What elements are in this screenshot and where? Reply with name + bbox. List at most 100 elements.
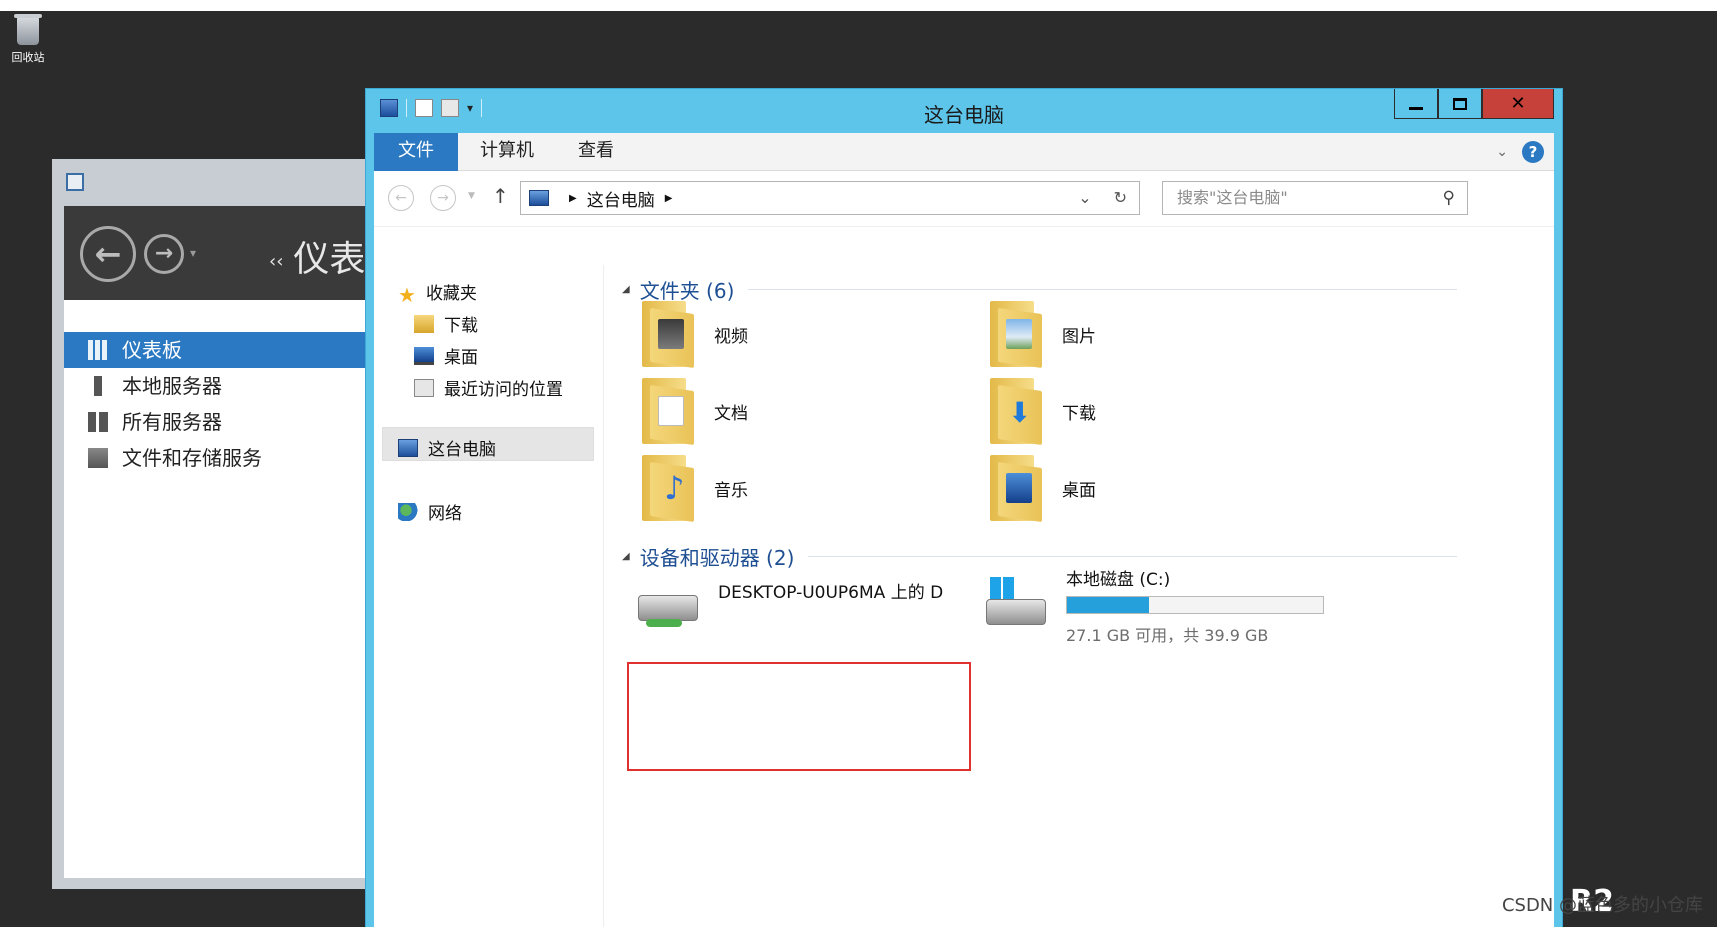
maximize-button[interactable]	[1438, 89, 1482, 119]
history-dropdown-icon[interactable]: ▾	[190, 246, 196, 260]
folder-music[interactable]: 音乐	[642, 455, 748, 523]
help-icon[interactable]: ?	[1522, 141, 1544, 163]
folder-label: 桌面	[1062, 480, 1096, 501]
recent-locations-icon[interactable]: ▼	[468, 191, 475, 201]
servers-icon	[88, 412, 108, 432]
disk-usage-fill	[1067, 597, 1149, 613]
recycle-bin[interactable]: 回收站	[8, 14, 48, 65]
breadcrumb-chevron-icon[interactable]: ▶	[569, 193, 577, 204]
address-actions: ⌄ ↻	[1078, 188, 1127, 207]
minimize-icon	[1409, 107, 1423, 110]
nav-forward-button[interactable]: →	[430, 185, 456, 211]
server-manager-titlebar	[52, 159, 392, 205]
nav-item-label: 下载	[444, 316, 478, 336]
downloads-icon	[414, 314, 434, 333]
address-dropdown-icon[interactable]: ⌄	[1078, 188, 1091, 207]
computer-icon	[398, 438, 418, 457]
server-manager-navbar: ← → ▾ ‹‹ 仪表	[64, 206, 392, 300]
tab-view[interactable]: 查看	[556, 133, 636, 171]
nav-item-favorites[interactable]: ★ 收藏夹	[398, 279, 477, 307]
refresh-icon[interactable]: ↻	[1114, 188, 1127, 207]
sidebar-item-file-storage[interactable]: 文件和存储服务	[64, 440, 392, 476]
watermark: CSDN @蓝色多的小仓库	[1501, 895, 1703, 916]
address-location[interactable]: 这台电脑	[587, 186, 655, 211]
highlight-box	[627, 662, 971, 771]
breadcrumb: ‹‹ 仪表	[269, 230, 365, 282]
group-title: 设备和驱动器 (2)	[639, 546, 795, 570]
nav-item-label: 网络	[428, 504, 462, 524]
search-input[interactable]: 搜索"这台电脑" ⚲	[1162, 181, 1468, 215]
forward-button[interactable]: →	[144, 234, 184, 274]
recent-places-icon	[414, 378, 434, 397]
local-disk-c[interactable]: 本地磁盘 (C:) 27.1 GB 可用，共 39.9 GB	[986, 565, 1324, 646]
breadcrumb-arrows-icon: ‹‹	[269, 250, 284, 272]
folder-pictures[interactable]: 图片	[990, 301, 1096, 369]
nav-item-this-pc[interactable]: 这台电脑	[398, 435, 496, 460]
video-folder-icon	[642, 301, 694, 369]
recycle-bin-label: 回收站	[11, 51, 45, 64]
nav-item-recent[interactable]: 最近访问的位置	[414, 375, 563, 400]
nav-item-desktop[interactable]: 桌面	[414, 343, 478, 368]
disk-usage-bar	[1066, 596, 1324, 614]
storage-icon	[88, 448, 108, 468]
windows-drive-icon	[986, 577, 1048, 629]
desktop-icon	[414, 346, 434, 365]
server-icon	[94, 376, 102, 396]
back-button[interactable]: ←	[80, 226, 136, 282]
nav-item-network[interactable]: 网络	[398, 499, 462, 524]
folder-label: 下载	[1062, 403, 1096, 424]
expand-ribbon-icon[interactable]: ⌄	[1496, 144, 1508, 160]
search-icon[interactable]: ⚲	[1443, 182, 1455, 214]
folder-documents[interactable]: 文档	[642, 378, 748, 446]
navigation-pane: ★ 收藏夹 下载 桌面 最近访问的位置 这台电脑 网络	[374, 265, 604, 927]
music-folder-icon	[642, 455, 694, 523]
local-disk-label: 本地磁盘 (C:)	[1066, 570, 1171, 590]
sidebar-item-local-server[interactable]: 本地服务器	[64, 368, 392, 404]
network-drive-d[interactable]: DESKTOP-U0UP6MA 上的 D	[638, 579, 944, 627]
documents-folder-icon	[642, 378, 694, 446]
ribbon-right: ⌄ ?	[1496, 141, 1544, 163]
group-divider	[808, 556, 1457, 557]
folder-downloads[interactable]: 下载	[990, 378, 1096, 446]
computer-icon	[529, 190, 549, 206]
group-header-folders[interactable]: ◢ 文件夹 (6)	[622, 275, 1457, 304]
breadcrumb-text: 仪表	[293, 239, 366, 280]
local-disk-info: 本地磁盘 (C:) 27.1 GB 可用，共 39.9 GB	[1066, 565, 1324, 646]
folder-desktop[interactable]: 桌面	[990, 455, 1096, 523]
maximize-icon	[1453, 97, 1467, 110]
desktop: 回收站 ← → ▾ ‹‹ 仪表 仪表板 本地服务器 所有服务器 文件和存储服务 …	[0, 11, 1717, 927]
sidebar-item-dashboard[interactable]: 仪表板	[64, 332, 392, 368]
folder-videos[interactable]: 视频	[642, 301, 748, 369]
address-bar[interactable]: ▶ 这台电脑 ▶ ⌄ ↻	[520, 181, 1140, 215]
minimize-button[interactable]	[1394, 89, 1438, 119]
collapse-icon[interactable]: ◢	[622, 551, 630, 562]
window-controls: ✕	[1394, 89, 1554, 119]
ribbon: 文件 计算机 查看 ⌄ ?	[374, 133, 1554, 171]
nav-item-downloads[interactable]: 下载	[414, 311, 478, 336]
up-button[interactable]: ↑	[492, 184, 509, 208]
nav-item-label: 收藏夹	[425, 284, 477, 304]
nav-item-label: 桌面	[444, 348, 478, 368]
nav-item-label: 最近访问的位置	[444, 380, 563, 400]
tab-file[interactable]: 文件	[374, 133, 458, 171]
breadcrumb-chevron-icon[interactable]: ▶	[665, 193, 673, 204]
sidebar-item-label: 所有服务器	[122, 410, 222, 434]
network-drive-label: DESKTOP-U0UP6MA 上的 D	[718, 582, 944, 603]
disk-free-text: 27.1 GB 可用，共 39.9 GB	[1066, 626, 1269, 645]
collapse-icon[interactable]: ◢	[622, 284, 630, 295]
nav-back-button[interactable]: ←	[388, 185, 414, 211]
sidebar-item-all-servers[interactable]: 所有服务器	[64, 404, 392, 440]
close-icon: ✕	[1510, 93, 1526, 114]
nav-item-label: 这台电脑	[428, 440, 496, 460]
group-divider	[748, 289, 1457, 290]
tab-computer[interactable]: 计算机	[458, 133, 556, 171]
explorer-titlebar: ▾ 这台电脑 ✕	[366, 89, 1562, 133]
downloads-folder-icon	[990, 378, 1042, 446]
folder-label: 视频	[714, 326, 748, 347]
close-button[interactable]: ✕	[1482, 89, 1554, 119]
server-manager-sidebar: 仪表板 本地服务器 所有服务器 文件和存储服务	[64, 300, 392, 878]
folder-label: 音乐	[714, 480, 748, 501]
pictures-folder-icon	[990, 301, 1042, 369]
content-pane: ◢ 文件夹 (6) 视频 图片 文档 下载	[614, 265, 1554, 927]
explorer-window: ▾ 这台电脑 ✕ 文件 计算机 查看 ⌄ ? ← → ▼ ↑ ▶ 这台电脑 ▶ …	[365, 88, 1563, 927]
